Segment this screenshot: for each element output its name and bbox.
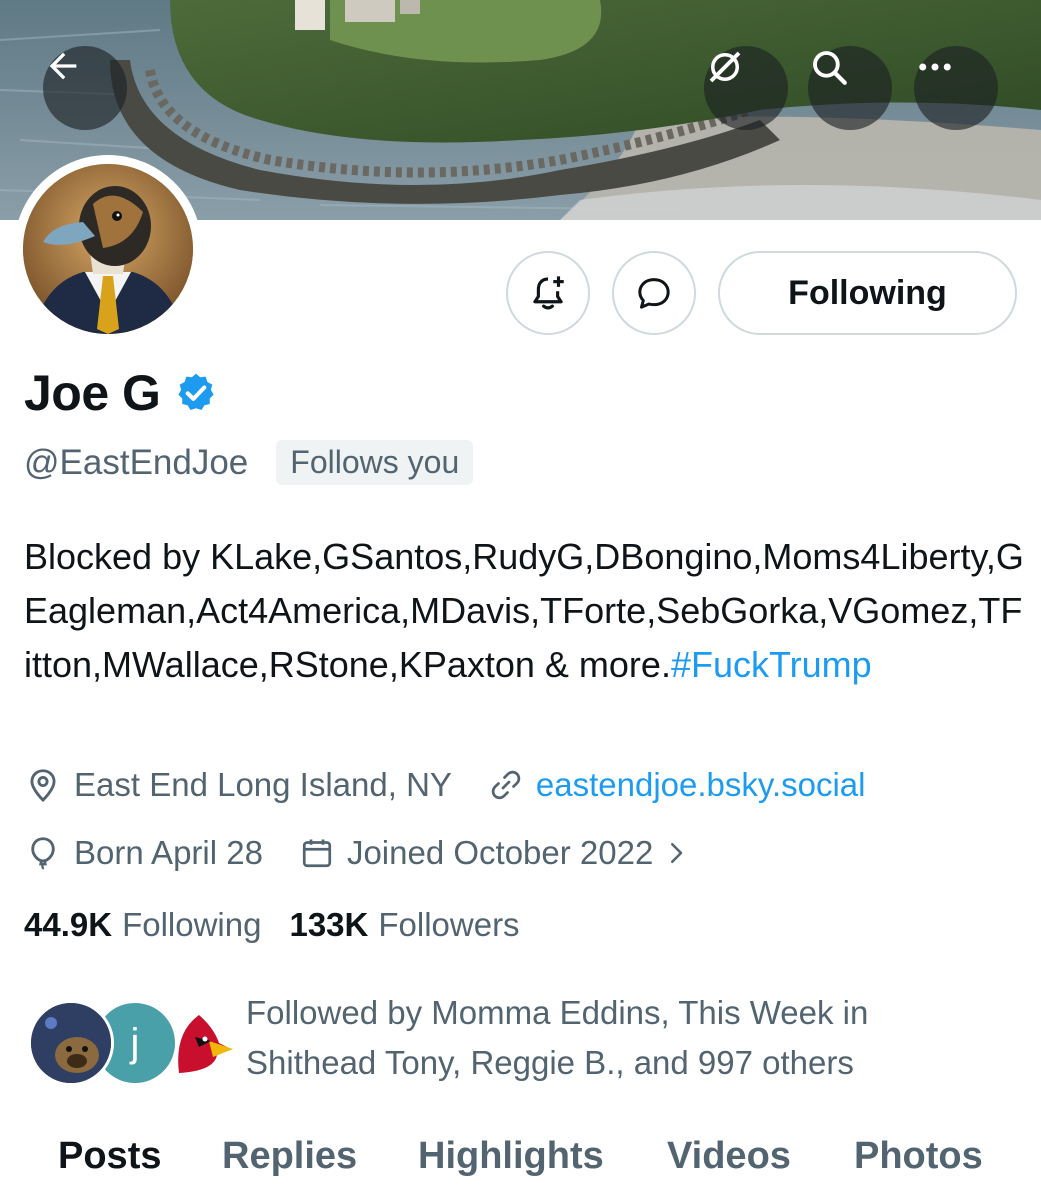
more-horizontal-icon <box>919 63 951 71</box>
website-link[interactable]: eastendjoe.bsky.social <box>536 766 866 804</box>
meta-row-1: East End Long Island, NY eastendjoe.bsky… <box>24 766 866 804</box>
follow-stats: 44.9K Following 133K Followers <box>24 906 548 944</box>
birthday-item: Born April 28 <box>24 834 263 872</box>
more-button[interactable] <box>914 46 998 130</box>
bell-plus-icon <box>533 276 564 310</box>
link-icon <box>491 770 521 800</box>
chat-bubble-icon <box>638 278 670 309</box>
grok-button[interactable] <box>704 46 788 130</box>
name-row: Joe G <box>24 364 218 422</box>
grok-icon <box>709 51 741 83</box>
location-pin-icon <box>30 769 56 803</box>
search-button[interactable] <box>808 46 892 130</box>
profile-tabs: Posts Replies Highlights Videos Photos <box>0 1135 1041 1200</box>
followed-by-text[interactable]: Followed by Momma Eddins, This Week in S… <box>246 988 966 1088</box>
followers-count: 133K <box>289 906 369 943</box>
calendar-icon <box>302 839 332 868</box>
display-name: Joe G <box>24 365 161 421</box>
follower-avatar-1 <box>28 1000 114 1086</box>
tab-videos[interactable]: Videos <box>667 1135 791 1178</box>
location-text: East End Long Island, NY <box>74 766 452 803</box>
bio-hashtag-link[interactable]: #FuckTrump <box>671 644 872 685</box>
duck-in-suit-avatar-image <box>23 164 193 334</box>
message-button[interactable] <box>612 251 696 335</box>
following-count: 44.9K <box>24 906 113 943</box>
followed-by-avatars[interactable]: j <box>28 1000 242 1086</box>
back-button[interactable] <box>43 46 127 130</box>
followers-count-link[interactable]: 133K Followers <box>289 906 519 944</box>
tab-posts[interactable]: Posts <box>58 1135 161 1178</box>
dog-avatar-image <box>31 1003 111 1083</box>
tab-replies[interactable]: Replies <box>222 1135 357 1178</box>
followers-label: Followers <box>378 906 520 943</box>
meta-row-2: Born April 28 Joined October 2022 <box>24 834 703 872</box>
bio-text: Blocked by KLake,GSantos,RudyG,DBongino,… <box>24 536 1024 685</box>
profile-bio: Blocked by KLake,GSantos,RudyG,DBongino,… <box>24 530 1024 692</box>
verified-badge-icon[interactable] <box>174 371 218 415</box>
search-icon <box>813 51 847 85</box>
following-count-link[interactable]: 44.9K Following <box>24 906 261 944</box>
joined-item[interactable]: Joined October 2022 <box>299 834 703 872</box>
notifications-button[interactable] <box>506 251 590 335</box>
joined-text: Joined October 2022 <box>346 834 654 871</box>
follows-you-badge: Follows you <box>276 440 474 485</box>
birthday-text: Born April 28 <box>74 834 263 871</box>
tab-photos[interactable]: Photos <box>854 1135 983 1178</box>
balloon-icon <box>31 837 55 870</box>
username-handle: @EastEndJoe <box>24 442 249 482</box>
following-button[interactable]: Following <box>718 251 1017 335</box>
handle-row: @EastEndJoe Follows you <box>24 440 474 485</box>
chevron-right-icon <box>671 843 683 863</box>
location-item: East End Long Island, NY <box>24 766 452 804</box>
arrow-left-icon <box>49 52 77 80</box>
avatar-initial: j <box>130 1020 140 1065</box>
website-item[interactable]: eastendjoe.bsky.social <box>488 766 866 804</box>
tab-highlights[interactable]: Highlights <box>418 1135 604 1178</box>
profile-avatar[interactable] <box>14 155 202 343</box>
following-label: Following <box>122 906 262 943</box>
